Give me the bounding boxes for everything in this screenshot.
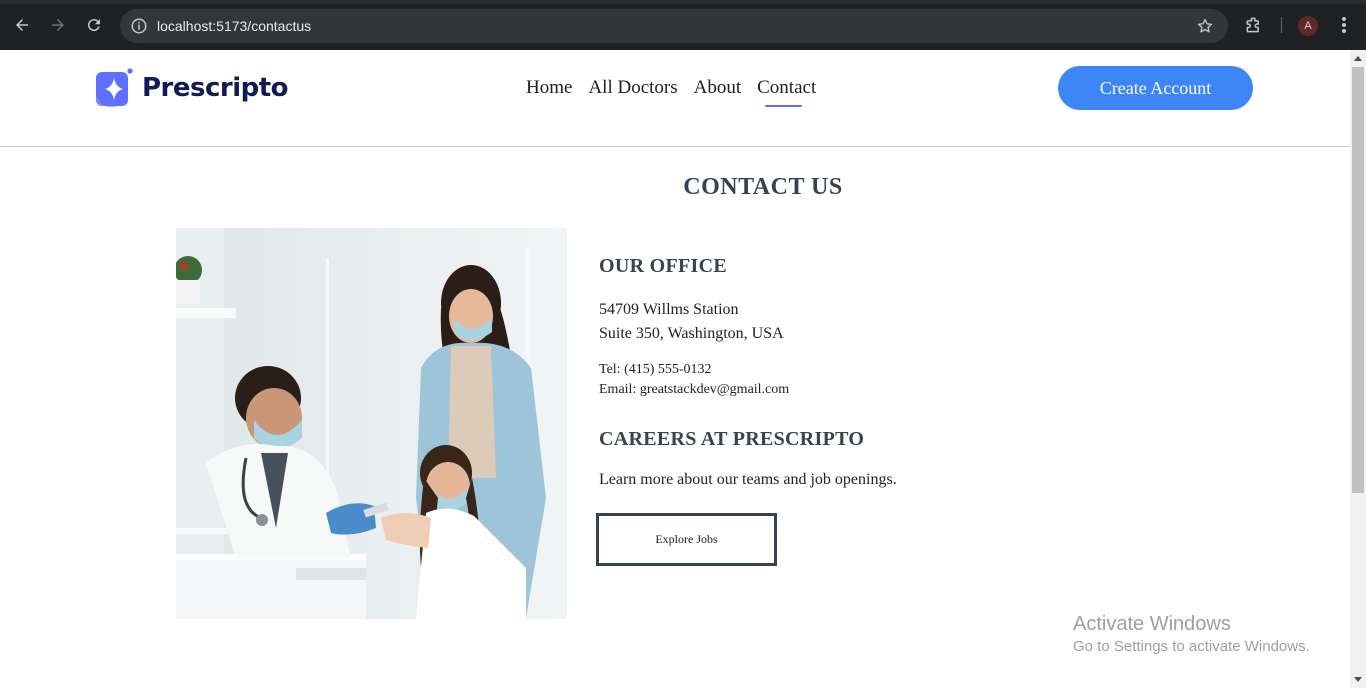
url-host: localhost	[157, 18, 213, 34]
back-arrow-icon	[16, 19, 28, 31]
reload-icon	[87, 19, 100, 32]
phone-text: Tel: (415) 555-0132	[599, 362, 712, 377]
page-viewport: Prescripto Home All Doctors About Contac…	[0, 50, 1350, 688]
extensions-icon[interactable]	[1244, 15, 1264, 35]
star-icon[interactable]	[1196, 17, 1214, 35]
email-text: Email: greatstackdev@gmail.com	[599, 382, 790, 397]
forward-arrow-icon	[52, 19, 64, 31]
url-path: :5173/contactus	[212, 18, 312, 34]
kebab-menu-icon[interactable]	[1336, 15, 1352, 35]
doctor-vaccinating-child-image	[176, 228, 567, 619]
tab-strip	[0, 0, 1366, 4]
site-navbar: Prescripto Home All Doctors About Contac…	[0, 50, 1350, 147]
profile-avatar[interactable]: A	[1298, 16, 1318, 36]
office-contact: Tel: (415) 555-0132 Email: greatstackdev…	[599, 360, 1019, 400]
address-bar[interactable]: localhost:5173/contactus	[120, 9, 1228, 43]
contact-info: OUR OFFICE 54709 Willms Station Suite 35…	[596, 255, 1019, 566]
watermark-subtitle: Go to Settings to activate Windows.	[1073, 638, 1310, 655]
url-text[interactable]: localhost:5173/contactus	[157, 17, 311, 35]
nav-link-all-doctors[interactable]: All Doctors	[588, 77, 677, 99]
page-scrollbar[interactable]	[1350, 50, 1366, 688]
forward-button[interactable]	[46, 13, 70, 37]
nav-link-about[interactable]: About	[694, 77, 742, 99]
scroll-down-arrow-icon[interactable]	[1354, 677, 1362, 682]
address-line-1: 54709 Willms Station	[599, 301, 739, 318]
brand-logo[interactable]: Prescripto	[96, 68, 289, 108]
explore-jobs-button[interactable]: Explore Jobs	[596, 513, 777, 566]
office-heading: OUR OFFICE	[599, 255, 727, 277]
contact-photo	[176, 228, 567, 619]
nav-link-contact[interactable]: Contact	[757, 77, 816, 107]
main-nav: Home All Doctors About Contact	[526, 77, 816, 107]
watermark-title: Activate Windows	[1073, 613, 1231, 635]
careers-heading: CAREERS AT PRESCRIPTO	[599, 428, 865, 450]
reload-button[interactable]	[82, 13, 106, 37]
scroll-up-arrow-icon[interactable]	[1354, 56, 1362, 61]
careers-description: Learn more about our teams and job openi…	[599, 471, 897, 488]
browser-toolbar: localhost:5173/contactus A	[0, 0, 1366, 50]
back-button[interactable]	[10, 13, 34, 37]
windows-activation-watermark: Activate Windows Go to Settings to activ…	[1073, 612, 1310, 658]
site-info-icon[interactable]	[130, 17, 148, 35]
address-line-2: Suite 350, Washington, USA	[599, 325, 784, 342]
page-title: CONTACT US	[683, 174, 843, 200]
prescripto-logo-icon	[96, 68, 133, 108]
office-address: 54709 Willms Station Suite 350, Washingt…	[599, 298, 1019, 346]
toolbar-divider	[1281, 17, 1282, 33]
brand-name: Prescripto	[142, 73, 289, 103]
create-account-button[interactable]: Create Account	[1058, 66, 1253, 110]
nav-link-home[interactable]: Home	[526, 77, 572, 99]
scroll-thumb[interactable]	[1352, 67, 1364, 493]
